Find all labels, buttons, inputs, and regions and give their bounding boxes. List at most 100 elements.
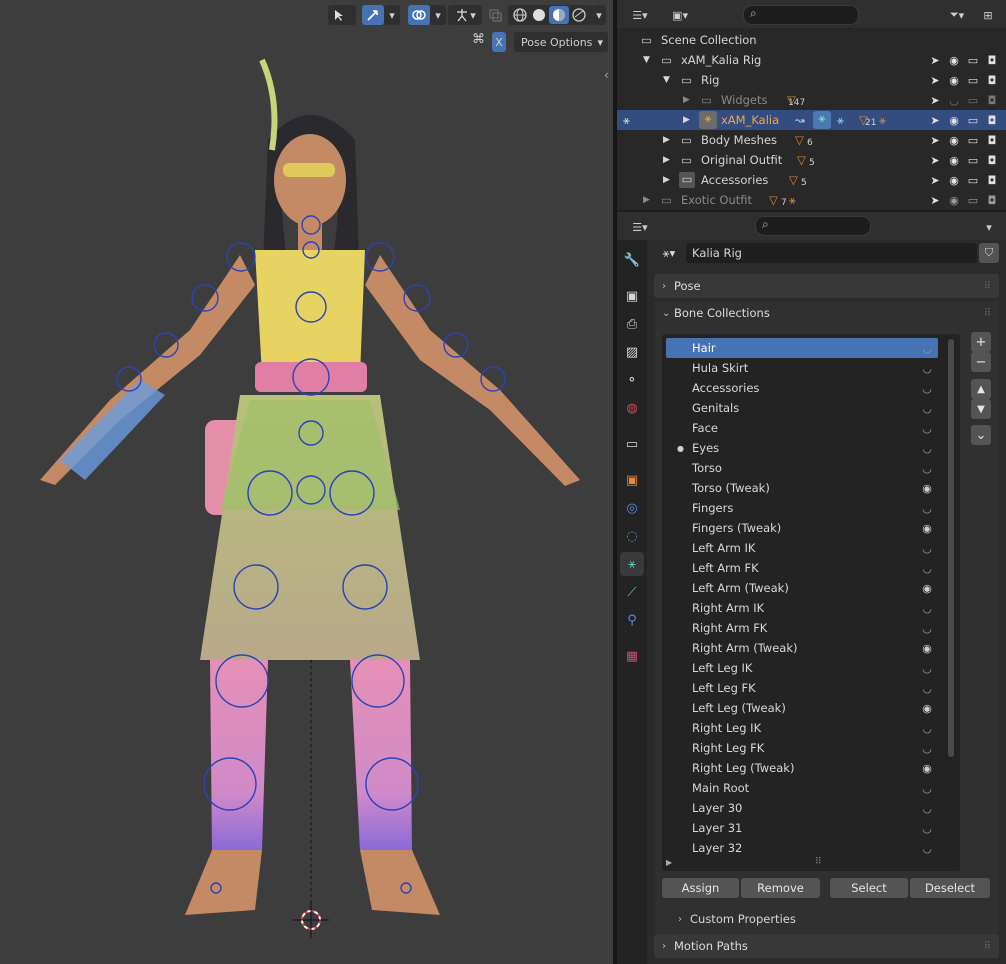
drag-handle-icon[interactable]: ⠿ bbox=[984, 308, 991, 319]
xray-toggle[interactable] bbox=[486, 5, 504, 25]
outliner-row-scene-collection[interactable]: ▭ Scene Collection bbox=[617, 30, 1006, 50]
eye-closed-icon[interactable]: ◡ bbox=[919, 362, 935, 375]
outliner[interactable]: ☰ ▾ ▣ ▾ ⌕ ⏷ ▾ ⊞ ▭ Scene Collection ▼ ▭ xAM_… bbox=[617, 0, 1006, 210]
eye-closed-icon[interactable]: ◡ bbox=[919, 822, 935, 835]
eye-icon[interactable]: ◉ bbox=[946, 74, 962, 87]
bone-collection-item[interactable]: Left Leg (Tweak) ◉ bbox=[666, 698, 938, 718]
pose-mode-icon[interactable]: ⚹ bbox=[623, 113, 630, 128]
editor-type-menu[interactable]: ☰ ▾ bbox=[623, 217, 657, 237]
fake-user-button[interactable]: ⛉ bbox=[979, 243, 999, 263]
overlays-toggle[interactable] bbox=[408, 5, 430, 25]
select-icon[interactable]: ➤ bbox=[927, 174, 943, 187]
monitor-icon[interactable]: ▭ bbox=[965, 134, 981, 147]
remove-button[interactable]: Remove bbox=[741, 878, 820, 898]
eye-closed-icon[interactable]: ◡ bbox=[919, 842, 935, 855]
expand-arrow-icon[interactable]: ▼ bbox=[643, 55, 650, 65]
object-tab[interactable]: ▣ bbox=[620, 468, 644, 492]
eye-closed-icon[interactable]: ◡ bbox=[946, 94, 962, 107]
eye-icon[interactable]: ◉ bbox=[919, 522, 935, 535]
monitor-icon[interactable]: ▭ bbox=[965, 94, 981, 107]
tool-tab[interactable]: 🔧 bbox=[620, 248, 644, 272]
drag-handle-icon[interactable]: ⠿ bbox=[984, 281, 991, 292]
texture-tab[interactable]: ▦ bbox=[620, 644, 644, 668]
outliner-search-input[interactable]: ⌕ bbox=[743, 5, 859, 25]
camera-icon[interactable]: ◘ bbox=[984, 74, 1000, 87]
camera-icon[interactable]: ◘ bbox=[984, 194, 1000, 207]
bone-collection-item[interactable]: Right Arm FK ◡ bbox=[666, 618, 938, 638]
bone-collection-item[interactable]: Left Arm FK ◡ bbox=[666, 558, 938, 578]
new-collection-button[interactable]: ⊞ bbox=[977, 5, 999, 25]
expand-arrow-icon[interactable]: ▼ bbox=[663, 75, 670, 85]
bone-collection-item[interactable]: Left Leg FK ◡ bbox=[666, 678, 938, 698]
editor-type-menu[interactable]: ☰ ▾ bbox=[623, 5, 657, 25]
outliner-row-body-meshes[interactable]: ▶ ▭ Body Meshes ▽ 6 ➤ ◉ ▭ ◘ bbox=[617, 130, 1006, 150]
output-tab[interactable]: ⎙ bbox=[620, 312, 644, 336]
physics-tab[interactable]: ◌ bbox=[620, 524, 644, 548]
monitor-icon[interactable]: ▭ bbox=[965, 54, 981, 67]
3d-viewport[interactable]: ▾ ▾ ▾ ▾ ⌘ X Pose Options ▾ ‹ bbox=[0, 0, 613, 964]
bone-collection-item[interactable]: Layer 30 ◡ bbox=[666, 798, 938, 818]
eye-icon[interactable]: ◉ bbox=[946, 194, 962, 207]
bone-collection-item[interactable]: Face ◡ bbox=[666, 418, 938, 438]
bone-collection-item[interactable]: Hair ◡ bbox=[666, 338, 938, 358]
motion-paths-panel-header[interactable]: › Motion Paths ⠿ bbox=[654, 934, 999, 958]
specials-menu-button[interactable]: ⌄ bbox=[971, 425, 991, 445]
camera-icon[interactable]: ◘ bbox=[984, 154, 1000, 167]
expand-arrow-icon[interactable]: ▶ bbox=[663, 155, 670, 165]
bone-collection-item[interactable]: Accessories ◡ bbox=[666, 378, 938, 398]
eye-closed-icon[interactable]: ◡ bbox=[919, 622, 935, 635]
move-down-button[interactable]: ▼ bbox=[971, 399, 991, 419]
monitor-icon[interactable]: ▭ bbox=[965, 174, 981, 187]
select-button[interactable]: Select bbox=[830, 878, 908, 898]
expand-arrow-icon[interactable]: ▶ bbox=[683, 95, 690, 105]
eye-closed-icon[interactable]: ◡ bbox=[919, 542, 935, 555]
camera-icon[interactable]: ◘ bbox=[984, 174, 1000, 187]
bone-collection-item[interactable]: Hula Skirt ◡ bbox=[666, 358, 938, 378]
eye-icon[interactable]: ◉ bbox=[946, 114, 962, 127]
bone-constraint-tab[interactable]: ⚲ bbox=[620, 608, 644, 632]
eye-icon[interactable]: ◉ bbox=[919, 762, 935, 775]
deselect-button[interactable]: Deselect bbox=[910, 878, 990, 898]
list-resize-handle-icon[interactable]: ⠿ bbox=[815, 857, 822, 867]
bone-collection-item[interactable]: Left Leg IK ◡ bbox=[666, 658, 938, 678]
outliner-row-exotic-outfit[interactable]: ▶ ▭ Exotic Outfit ▽ 7 ⚹ ➤ ◉ ▭ ◘ bbox=[617, 190, 1006, 210]
bone-collection-item[interactable]: Genitals ◡ bbox=[666, 398, 938, 418]
shading-menu[interactable]: ▾ bbox=[592, 5, 606, 25]
monitor-icon[interactable]: ▭ bbox=[965, 114, 981, 127]
camera-icon[interactable]: ◘ bbox=[984, 134, 1000, 147]
list-scrollbar[interactable] bbox=[948, 339, 954, 757]
gizmo-menu[interactable]: ▾ bbox=[384, 5, 400, 25]
assign-button[interactable]: Assign bbox=[662, 878, 739, 898]
pose-panel-header[interactable]: › Pose ⠿ bbox=[654, 274, 999, 298]
bone-tab[interactable]: ⟋ bbox=[620, 580, 644, 604]
add-collection-button[interactable]: + bbox=[971, 332, 991, 352]
select-icon[interactable]: ➤ bbox=[927, 154, 943, 167]
eye-icon[interactable]: ◉ bbox=[919, 482, 935, 495]
bone-collection-item[interactable]: Layer 31 ◡ bbox=[666, 818, 938, 838]
filter-menu[interactable]: ⏷ ▾ bbox=[943, 5, 971, 25]
scene-tab[interactable]: ⚬ bbox=[620, 368, 644, 392]
expand-arrow-icon[interactable]: ▶ bbox=[663, 135, 670, 145]
eye-icon[interactable]: ◉ bbox=[946, 134, 962, 147]
bone-collection-item[interactable]: ● Eyes ◡ bbox=[666, 438, 938, 458]
bone-collection-item[interactable]: Torso (Tweak) ◉ bbox=[666, 478, 938, 498]
drag-handle-icon[interactable]: ⠿ bbox=[984, 941, 991, 952]
display-mode-menu[interactable]: ▣ ▾ bbox=[663, 5, 697, 25]
collection-tab[interactable]: ▭ bbox=[620, 432, 644, 456]
shading-modes[interactable] bbox=[508, 5, 592, 25]
outliner-row-rig[interactable]: ▼ ▭ Rig ➤ ◉ ▭ ◘ bbox=[617, 70, 1006, 90]
bone-collection-item[interactable]: Right Leg FK ◡ bbox=[666, 738, 938, 758]
eye-closed-icon[interactable]: ◡ bbox=[919, 742, 935, 755]
outliner-row-accessories[interactable]: ▶ ▭ Accessories ▽ 5 ➤ ◉ ▭ ◘ bbox=[617, 170, 1006, 190]
bone-collection-item[interactable]: Right Leg (Tweak) ◉ bbox=[666, 758, 938, 778]
bone-collection-item[interactable]: Right Arm IK ◡ bbox=[666, 598, 938, 618]
select-icon[interactable]: ➤ bbox=[927, 114, 943, 127]
select-icon[interactable]: ➤ bbox=[927, 94, 943, 107]
outliner-row-xam-kalia[interactable]: ⚹ ▶ ⚹ xAM_Kalia ↝ ⚹ ⚹ ▽ 21 ⚹ ➤ ◉ ▭ ◘ bbox=[617, 110, 1006, 130]
outliner-row-kalia-rig[interactable]: ▼ ▭ xAM_Kalia Rig ➤ ◉ ▭ ◘ bbox=[617, 50, 1006, 70]
bone-overlay-menu[interactable]: ▾ bbox=[448, 5, 482, 25]
bone-collections-panel-header[interactable]: ⌄ Bone Collections ⠿ bbox=[654, 301, 999, 325]
eye-closed-icon[interactable]: ◡ bbox=[919, 602, 935, 615]
bone-collection-item[interactable]: Fingers ◡ bbox=[666, 498, 938, 518]
bone-collections-list[interactable]: Hair ◡ Hula Skirt ◡ Accessories ◡ Genitals ◡ Fac… bbox=[662, 334, 960, 871]
